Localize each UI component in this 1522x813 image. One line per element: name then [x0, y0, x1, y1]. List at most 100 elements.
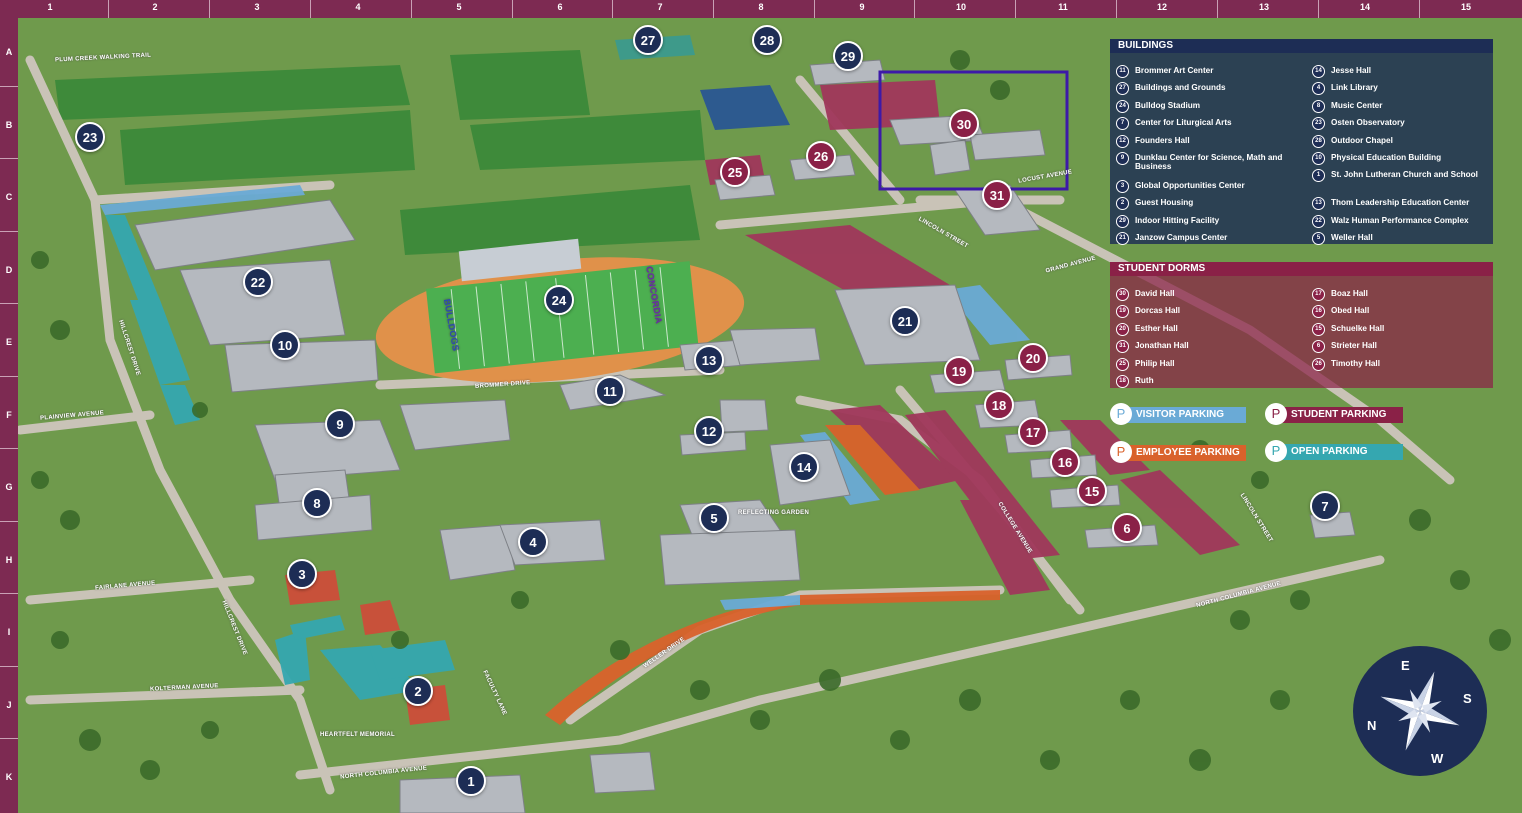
student-parking-label: STUDENT PARKING [1291, 409, 1387, 420]
map-marker-28[interactable]: 28 [752, 25, 782, 55]
map-marker-15[interactable]: 15 [1077, 476, 1107, 506]
legend-name: Philip Hall [1135, 359, 1175, 368]
legend-name: Link Library [1331, 83, 1378, 92]
legend-name: Timothy Hall [1331, 359, 1380, 368]
grid-column-label: 10 [955, 2, 966, 12]
grid-column-label: 13 [1258, 2, 1269, 12]
legend-name: Ruth [1135, 376, 1154, 385]
grid-row-label: F [6, 410, 12, 420]
visitor-parking-label: VISITOR PARKING [1136, 409, 1224, 420]
legend-name: Physical Education Building [1331, 153, 1442, 162]
legend-name: Strieter Hall [1331, 341, 1377, 350]
grid-row-label: J [6, 700, 12, 710]
map-marker-25[interactable]: 25 [720, 157, 750, 187]
map-marker-26[interactable]: 26 [806, 141, 836, 171]
compass-star-icon [1380, 671, 1460, 751]
parking-p-icon: P [1265, 403, 1287, 425]
map-marker-8[interactable]: 8 [302, 488, 332, 518]
legend-name: Boaz Hall [1331, 289, 1368, 298]
legend-number: 28 [1312, 135, 1325, 148]
map-marker-29[interactable]: 29 [833, 41, 863, 71]
legend-number: 30 [1116, 288, 1129, 301]
grid-column-label: 14 [1359, 2, 1370, 12]
map-marker-2[interactable]: 2 [403, 676, 433, 706]
grid-divider [814, 0, 815, 18]
map-marker-16[interactable]: 16 [1050, 447, 1080, 477]
map-marker-21[interactable]: 21 [890, 306, 920, 336]
legend-number: 23 [1312, 117, 1325, 130]
map-marker-3[interactable]: 3 [287, 559, 317, 589]
legend-name: Thom Leadership Education Center [1331, 198, 1470, 207]
legend-name: Buildings and Grounds [1135, 83, 1226, 92]
grid-divider [0, 231, 18, 232]
grid-divider [0, 86, 18, 87]
open-parking-label: OPEN PARKING [1291, 446, 1368, 457]
map-marker-17[interactable]: 17 [1018, 417, 1048, 447]
map-marker-30[interactable]: 30 [949, 109, 979, 139]
map-marker-6[interactable]: 6 [1112, 513, 1142, 543]
legend-name: Esther Hall [1135, 324, 1178, 333]
grid-divider [209, 0, 210, 18]
parking-p-icon: P [1265, 440, 1287, 462]
grid-divider [411, 0, 412, 18]
employee-parking-legend: P EMPLOYEE PARKING [1110, 441, 1246, 463]
map-marker-20[interactable]: 20 [1018, 343, 1048, 373]
legend-number: 15 [1312, 323, 1325, 336]
legend-number: 26 [1312, 358, 1325, 371]
grid-divider [0, 666, 18, 667]
legend-number: 5 [1312, 232, 1325, 245]
legend-name: Guest Housing [1135, 198, 1194, 207]
legend-number: 12 [1116, 135, 1129, 148]
map-marker-31[interactable]: 31 [982, 180, 1012, 210]
legend-name: Brommer Art Center [1135, 66, 1214, 75]
map-marker-1[interactable]: 1 [456, 766, 486, 796]
map-marker-27[interactable]: 27 [633, 25, 663, 55]
map-marker-14[interactable]: 14 [789, 452, 819, 482]
grid-column-label: 7 [657, 2, 663, 12]
map-marker-4[interactable]: 4 [518, 527, 548, 557]
legend-name: Osten Observatory [1331, 118, 1405, 127]
dorms-legend-title: STUDENT DORMS [1110, 262, 1493, 276]
compass-south-label: S [1463, 691, 1472, 706]
grid-divider [612, 0, 613, 18]
compass-north-label: N [1367, 718, 1377, 733]
map-marker-11[interactable]: 11 [595, 376, 625, 406]
legend-number: 9 [1116, 152, 1129, 165]
dorms-legend-body: 30 David Hall 19 Dorcas Hall 20 Esther Hall… [1110, 276, 1493, 388]
grid-divider [1318, 0, 1319, 18]
legend-number: 22 [1312, 215, 1325, 228]
map-marker-24[interactable]: 24 [544, 285, 574, 315]
grid-divider [1217, 0, 1218, 18]
map-marker-5[interactable]: 5 [699, 503, 729, 533]
grid-row-label: H [5, 555, 13, 565]
map-marker-23[interactable]: 23 [75, 122, 105, 152]
grid-row-label: D [5, 265, 13, 275]
map-marker-13[interactable]: 13 [694, 345, 724, 375]
parking-p-icon: P [1110, 441, 1132, 463]
grid-column-label: 2 [152, 2, 158, 12]
legend-number: 29 [1116, 215, 1129, 228]
legend-name: David Hall [1135, 289, 1175, 298]
map-marker-10[interactable]: 10 [270, 330, 300, 360]
map-marker-22[interactable]: 22 [243, 267, 273, 297]
legend-number: 6 [1312, 340, 1325, 353]
campus-map[interactable]: 1 2 3 4 5 6 7 8 9 10 11 12 13 14 15 A B … [0, 0, 1522, 813]
map-marker-12[interactable]: 12 [694, 416, 724, 446]
legend-number: 3 [1116, 180, 1129, 193]
buildings-legend-title: BUILDINGS [1110, 39, 1493, 53]
open-parking-legend: P OPEN PARKING [1265, 440, 1403, 462]
grid-divider [512, 0, 513, 18]
grid-divider [0, 448, 18, 449]
legend-name: Weller Hall [1331, 233, 1373, 242]
map-marker-9[interactable]: 9 [325, 409, 355, 439]
legend-number: 27 [1116, 82, 1129, 95]
map-marker-19[interactable]: 19 [944, 356, 974, 386]
legend-number: 14 [1312, 65, 1325, 78]
map-marker-18[interactable]: 18 [984, 390, 1014, 420]
map-marker-7[interactable]: 7 [1310, 491, 1340, 521]
grid-divider [108, 0, 109, 18]
visitor-parking-legend: P VISITOR PARKING [1110, 403, 1246, 425]
grid-column-label: 3 [254, 2, 260, 12]
legend-number: 17 [1312, 288, 1325, 301]
legend-number: 8 [1312, 100, 1325, 113]
